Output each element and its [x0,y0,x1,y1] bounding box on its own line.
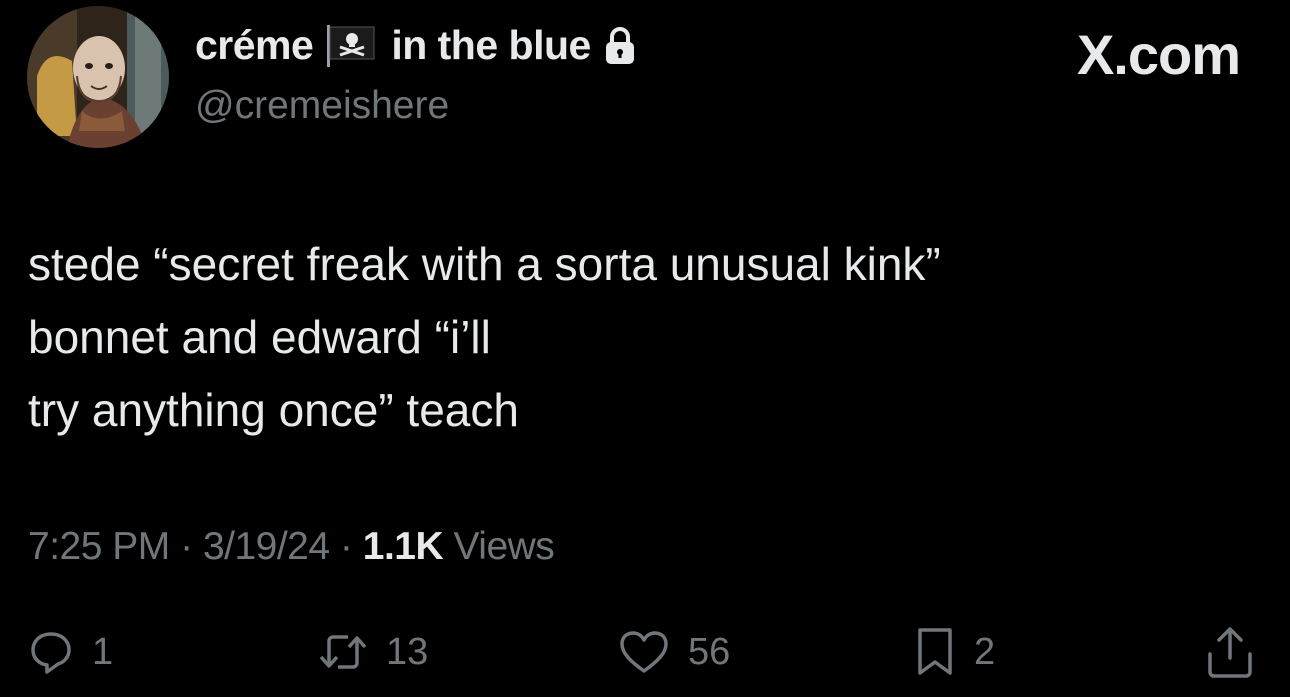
reply-icon [31,632,71,674]
display-name-part2: in the blue [391,22,591,68]
user-handle[interactable]: @cremeishere [195,84,449,128]
avatar[interactable] [27,6,169,148]
tweet-line: stede “secret freak with a sorta unusual… [28,238,941,290]
repost-button[interactable]: 13 [318,620,428,684]
action-bar: 1 13 56 2 [28,620,1260,684]
meta-separator: · [180,525,193,568]
views-label: Views [453,525,555,568]
repost-icon [319,635,367,669]
lock-icon [605,26,634,64]
pirate-flag-icon [327,24,375,67]
tweet-text: stede “secret freak with a sorta unusual… [28,228,1258,447]
share-button[interactable] [1204,620,1256,684]
bookmark-count: 2 [974,630,996,673]
bookmark-button[interactable]: 2 [914,620,995,684]
heart-icon [620,631,668,673]
bookmark-icon [918,628,952,675]
brand-logo: X.com [1076,23,1241,86]
tweet-line: try anything once” teach [28,384,519,436]
views-count: 1.1K [362,525,444,568]
reply-count: 1 [92,630,114,673]
tweet-meta: 7:25 PM · 3/19/24 · 1.1K Views [28,525,555,569]
repost-count: 13 [386,630,429,673]
tweet-date[interactable]: 3/19/24 [203,525,330,568]
like-count: 56 [688,630,731,673]
share-icon [1208,627,1252,678]
display-name-part1: créme [195,22,314,68]
reply-button[interactable]: 1 [28,620,113,684]
like-button[interactable]: 56 [618,620,730,684]
tweet-line: bonnet and edward “i’ll [28,311,491,363]
display-name[interactable]: créme in the blue [195,22,637,69]
meta-separator: · [339,525,353,568]
avatar-illustration [27,6,169,148]
tweet-time[interactable]: 7:25 PM [28,525,170,568]
